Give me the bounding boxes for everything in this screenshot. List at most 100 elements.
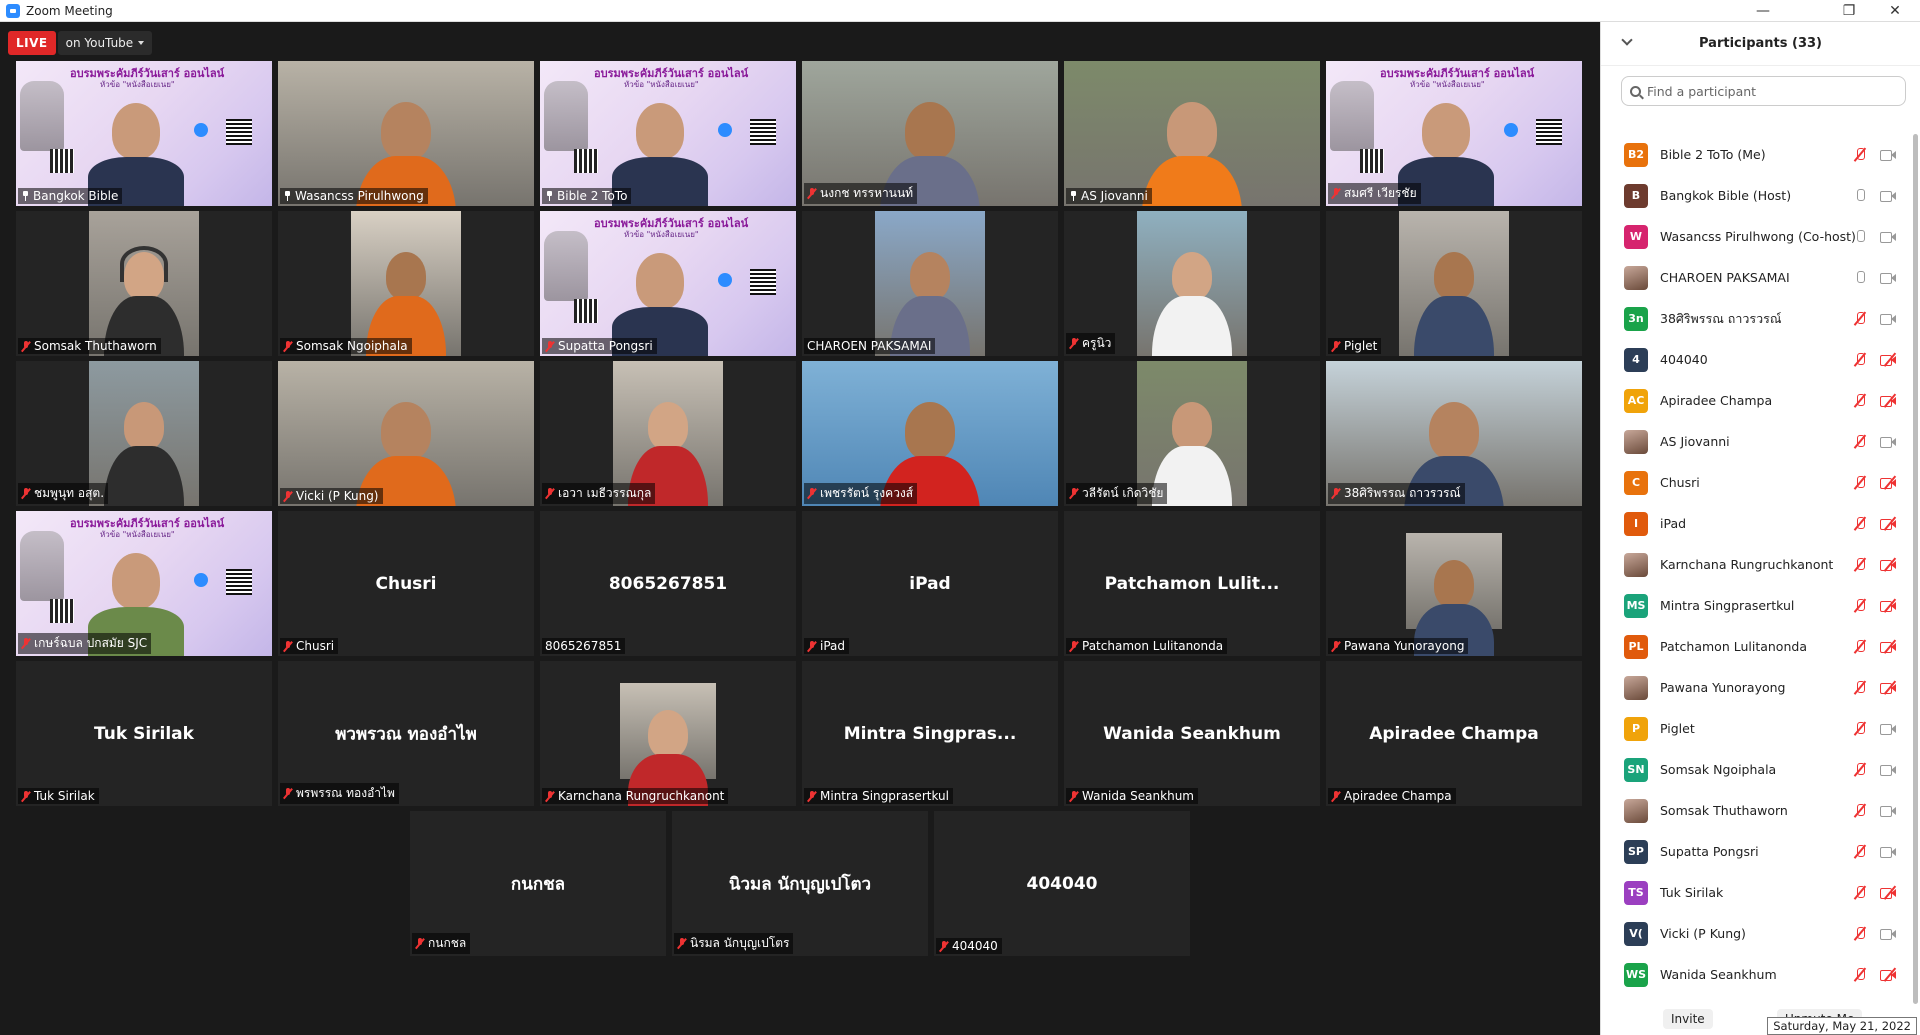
close-button[interactable]: ✕ xyxy=(1872,0,1918,22)
mic-muted-icon[interactable] xyxy=(1854,598,1866,613)
video-tile[interactable]: Vicki (P Kung) xyxy=(278,361,534,506)
mic-muted-icon[interactable] xyxy=(1854,721,1866,736)
mic-muted-icon[interactable] xyxy=(1854,557,1866,572)
camera-icon[interactable] xyxy=(1880,928,1896,940)
video-tile[interactable]: เอวา เมธีวรรณกุล xyxy=(540,361,796,506)
mic-icon[interactable] xyxy=(1854,229,1866,244)
participant-video xyxy=(1399,211,1509,356)
video-tile[interactable]: อบรมพระคัมภีร์วันเสาร์ ออนไลน์ หัวข้อ "หน… xyxy=(1326,61,1582,206)
mic-muted-icon[interactable] xyxy=(1854,434,1866,449)
mic-icon[interactable] xyxy=(1854,270,1866,285)
camera-icon[interactable] xyxy=(1880,723,1896,735)
video-tile[interactable]: อบรมพระคัมภีร์วันเสาร์ ออนไลน์ หัวข้อ "หน… xyxy=(16,511,272,656)
mic-muted-icon[interactable] xyxy=(1854,147,1866,162)
mic-muted-icon[interactable] xyxy=(1854,803,1866,818)
participant-row[interactable]: PL Patchamon Lulitanonda xyxy=(1601,626,1906,667)
mic-muted-icon[interactable] xyxy=(1854,311,1866,326)
participant-row[interactable]: 3n 38ศิริพรรณ ถาวรวรณ์ xyxy=(1601,298,1906,339)
mic-muted-icon[interactable] xyxy=(1854,844,1866,859)
participant-row[interactable]: W Wasancss Pirulhwong (Co-host) xyxy=(1601,216,1906,257)
video-tile[interactable]: ครูนิว xyxy=(1064,211,1320,356)
video-tile[interactable]: Piglet xyxy=(1326,211,1582,356)
participant-row[interactable]: B2 Bible 2 ToTo (Me) xyxy=(1601,134,1906,175)
participant-row[interactable]: Somsak Thuthaworn xyxy=(1601,790,1906,831)
participant-row[interactable]: 4 404040 xyxy=(1601,339,1906,380)
camera-icon[interactable] xyxy=(1880,231,1896,243)
mic-muted-icon xyxy=(21,340,31,352)
camera-icon[interactable] xyxy=(1880,190,1896,202)
invite-button[interactable]: Invite xyxy=(1663,1009,1713,1029)
video-tile[interactable]: กนกชล กนกชล xyxy=(410,811,666,956)
video-tile[interactable]: Pawana Yunorayong xyxy=(1326,511,1582,656)
video-tile[interactable]: นิวมล นักบุญเปโตว นิรมล นักบุญเปโตร xyxy=(672,811,928,956)
participant-search[interactable] xyxy=(1621,76,1906,106)
participant-row[interactable]: IiPad xyxy=(1601,503,1906,544)
chevron-down-icon[interactable] xyxy=(1621,34,1633,46)
mic-muted-icon[interactable] xyxy=(1854,762,1866,777)
video-tile[interactable]: Chusri Chusri xyxy=(278,511,534,656)
mic-icon[interactable] xyxy=(1854,188,1866,203)
mic-muted-icon[interactable] xyxy=(1854,926,1866,941)
participant-row[interactable]: P Piglet xyxy=(1601,708,1906,749)
video-tile[interactable]: นงกช ทรรหานนท์ xyxy=(802,61,1058,206)
participant-row[interactable]: AC Apiradee Champa xyxy=(1601,380,1906,421)
participant-row[interactable]: AS Jiovanni xyxy=(1601,421,1906,462)
mic-muted-icon[interactable] xyxy=(1854,639,1866,654)
video-tile[interactable]: Somsak Ngoiphala xyxy=(278,211,534,356)
video-tile[interactable]: 38ศิริพรรณ ถาวรวรณ์ xyxy=(1326,361,1582,506)
camera-icon[interactable] xyxy=(1880,805,1896,817)
video-tile[interactable]: พวพรวณ ทองอำไพ พรพรรณ ทองอำไพ xyxy=(278,661,534,806)
camera-icon[interactable] xyxy=(1880,436,1896,448)
participant-row[interactable]: WS Wanida Seankhum xyxy=(1601,954,1906,995)
video-tile[interactable]: Apiradee Champa Apiradee Champa xyxy=(1326,661,1582,806)
participant-row[interactable]: SP Supatta Pongsri xyxy=(1601,831,1906,872)
participant-row[interactable]: V(Vicki (P Kung) xyxy=(1601,913,1906,954)
mic-muted-icon[interactable] xyxy=(1854,352,1866,367)
mic-muted-icon[interactable] xyxy=(1854,516,1866,531)
mic-muted-icon[interactable] xyxy=(1854,885,1866,900)
video-tile[interactable]: วลีรัตน์ เกิดวิชัย xyxy=(1064,361,1320,506)
video-tile[interactable]: AS Jiovanni xyxy=(1064,61,1320,206)
video-tile[interactable]: Patchamon Lulit... Patchamon Lulitanonda xyxy=(1064,511,1320,656)
tile-name-label: Mintra Singprasertkul xyxy=(804,788,953,804)
live-destination-dropdown[interactable]: on YouTube xyxy=(57,31,153,55)
participant-row[interactable]: C Chusri xyxy=(1601,462,1906,503)
video-tile[interactable]: 8065267851 8065267851 xyxy=(540,511,796,656)
video-tile[interactable]: Somsak Thuthaworn xyxy=(16,211,272,356)
video-tile[interactable]: เพชรรัตน์ รุงควงส์ xyxy=(802,361,1058,506)
mic-muted-icon[interactable] xyxy=(1854,967,1866,982)
video-tile[interactable]: Wasancss Pirulhwong xyxy=(278,61,534,206)
mic-muted-icon[interactable] xyxy=(1854,393,1866,408)
video-tile[interactable]: Wanida Seankhum Wanida Seankhum xyxy=(1064,661,1320,806)
participant-row[interactable]: B Bangkok Bible (Host) xyxy=(1601,175,1906,216)
participant-row[interactable]: SN Somsak Ngoiphala xyxy=(1601,749,1906,790)
camera-icon[interactable] xyxy=(1880,272,1896,284)
video-tile[interactable]: Mintra Singpras... Mintra Singprasertkul xyxy=(802,661,1058,806)
video-tile[interactable]: ชมพูนุท อสุต. xyxy=(16,361,272,506)
camera-icon[interactable] xyxy=(1880,149,1896,161)
mic-muted-icon[interactable] xyxy=(1854,475,1866,490)
participant-row[interactable]: TS Tuk Sirilak xyxy=(1601,872,1906,913)
camera-icon[interactable] xyxy=(1880,846,1896,858)
participant-row[interactable]: MS Mintra Singprasertkul xyxy=(1601,585,1906,626)
participant-row[interactable]: CHAROEN PAKSAMAI xyxy=(1601,257,1906,298)
video-tile[interactable]: อบรมพระคัมภีร์วันเสาร์ ออนไลน์ หัวข้อ "หน… xyxy=(540,211,796,356)
participant-row[interactable]: Karnchana Rungruchkanont xyxy=(1601,544,1906,585)
video-tile[interactable]: CHAROEN PAKSAMAI xyxy=(802,211,1058,356)
search-input[interactable] xyxy=(1647,83,1887,99)
live-badge[interactable]: LIVE xyxy=(8,31,56,55)
video-tile[interactable]: iPad iPad xyxy=(802,511,1058,656)
participant-row[interactable]: Pawana Yunorayong xyxy=(1601,667,1906,708)
video-tile[interactable]: Karnchana Rungruchkanont xyxy=(540,661,796,806)
video-tile[interactable]: Tuk Sirilak Tuk Sirilak xyxy=(16,661,272,806)
video-tile[interactable]: อบรมพระคัมภีร์วันเสาร์ ออนไลน์ หัวข้อ "หน… xyxy=(16,61,272,206)
camera-icon[interactable] xyxy=(1880,313,1896,325)
restore-button[interactable]: ❐ xyxy=(1826,0,1872,22)
live-stream-control[interactable]: LIVE on YouTube xyxy=(8,31,153,55)
camera-icon[interactable] xyxy=(1880,764,1896,776)
minimize-button[interactable]: — xyxy=(1740,0,1786,22)
mic-muted-icon[interactable] xyxy=(1854,680,1866,695)
video-tile[interactable]: อบรมพระคัมภีร์วันเสาร์ ออนไลน์ หัวข้อ "หน… xyxy=(540,61,796,206)
video-tile[interactable]: 404040 404040 xyxy=(934,811,1190,956)
participant-list-scrollbar[interactable] xyxy=(1913,134,1918,1004)
